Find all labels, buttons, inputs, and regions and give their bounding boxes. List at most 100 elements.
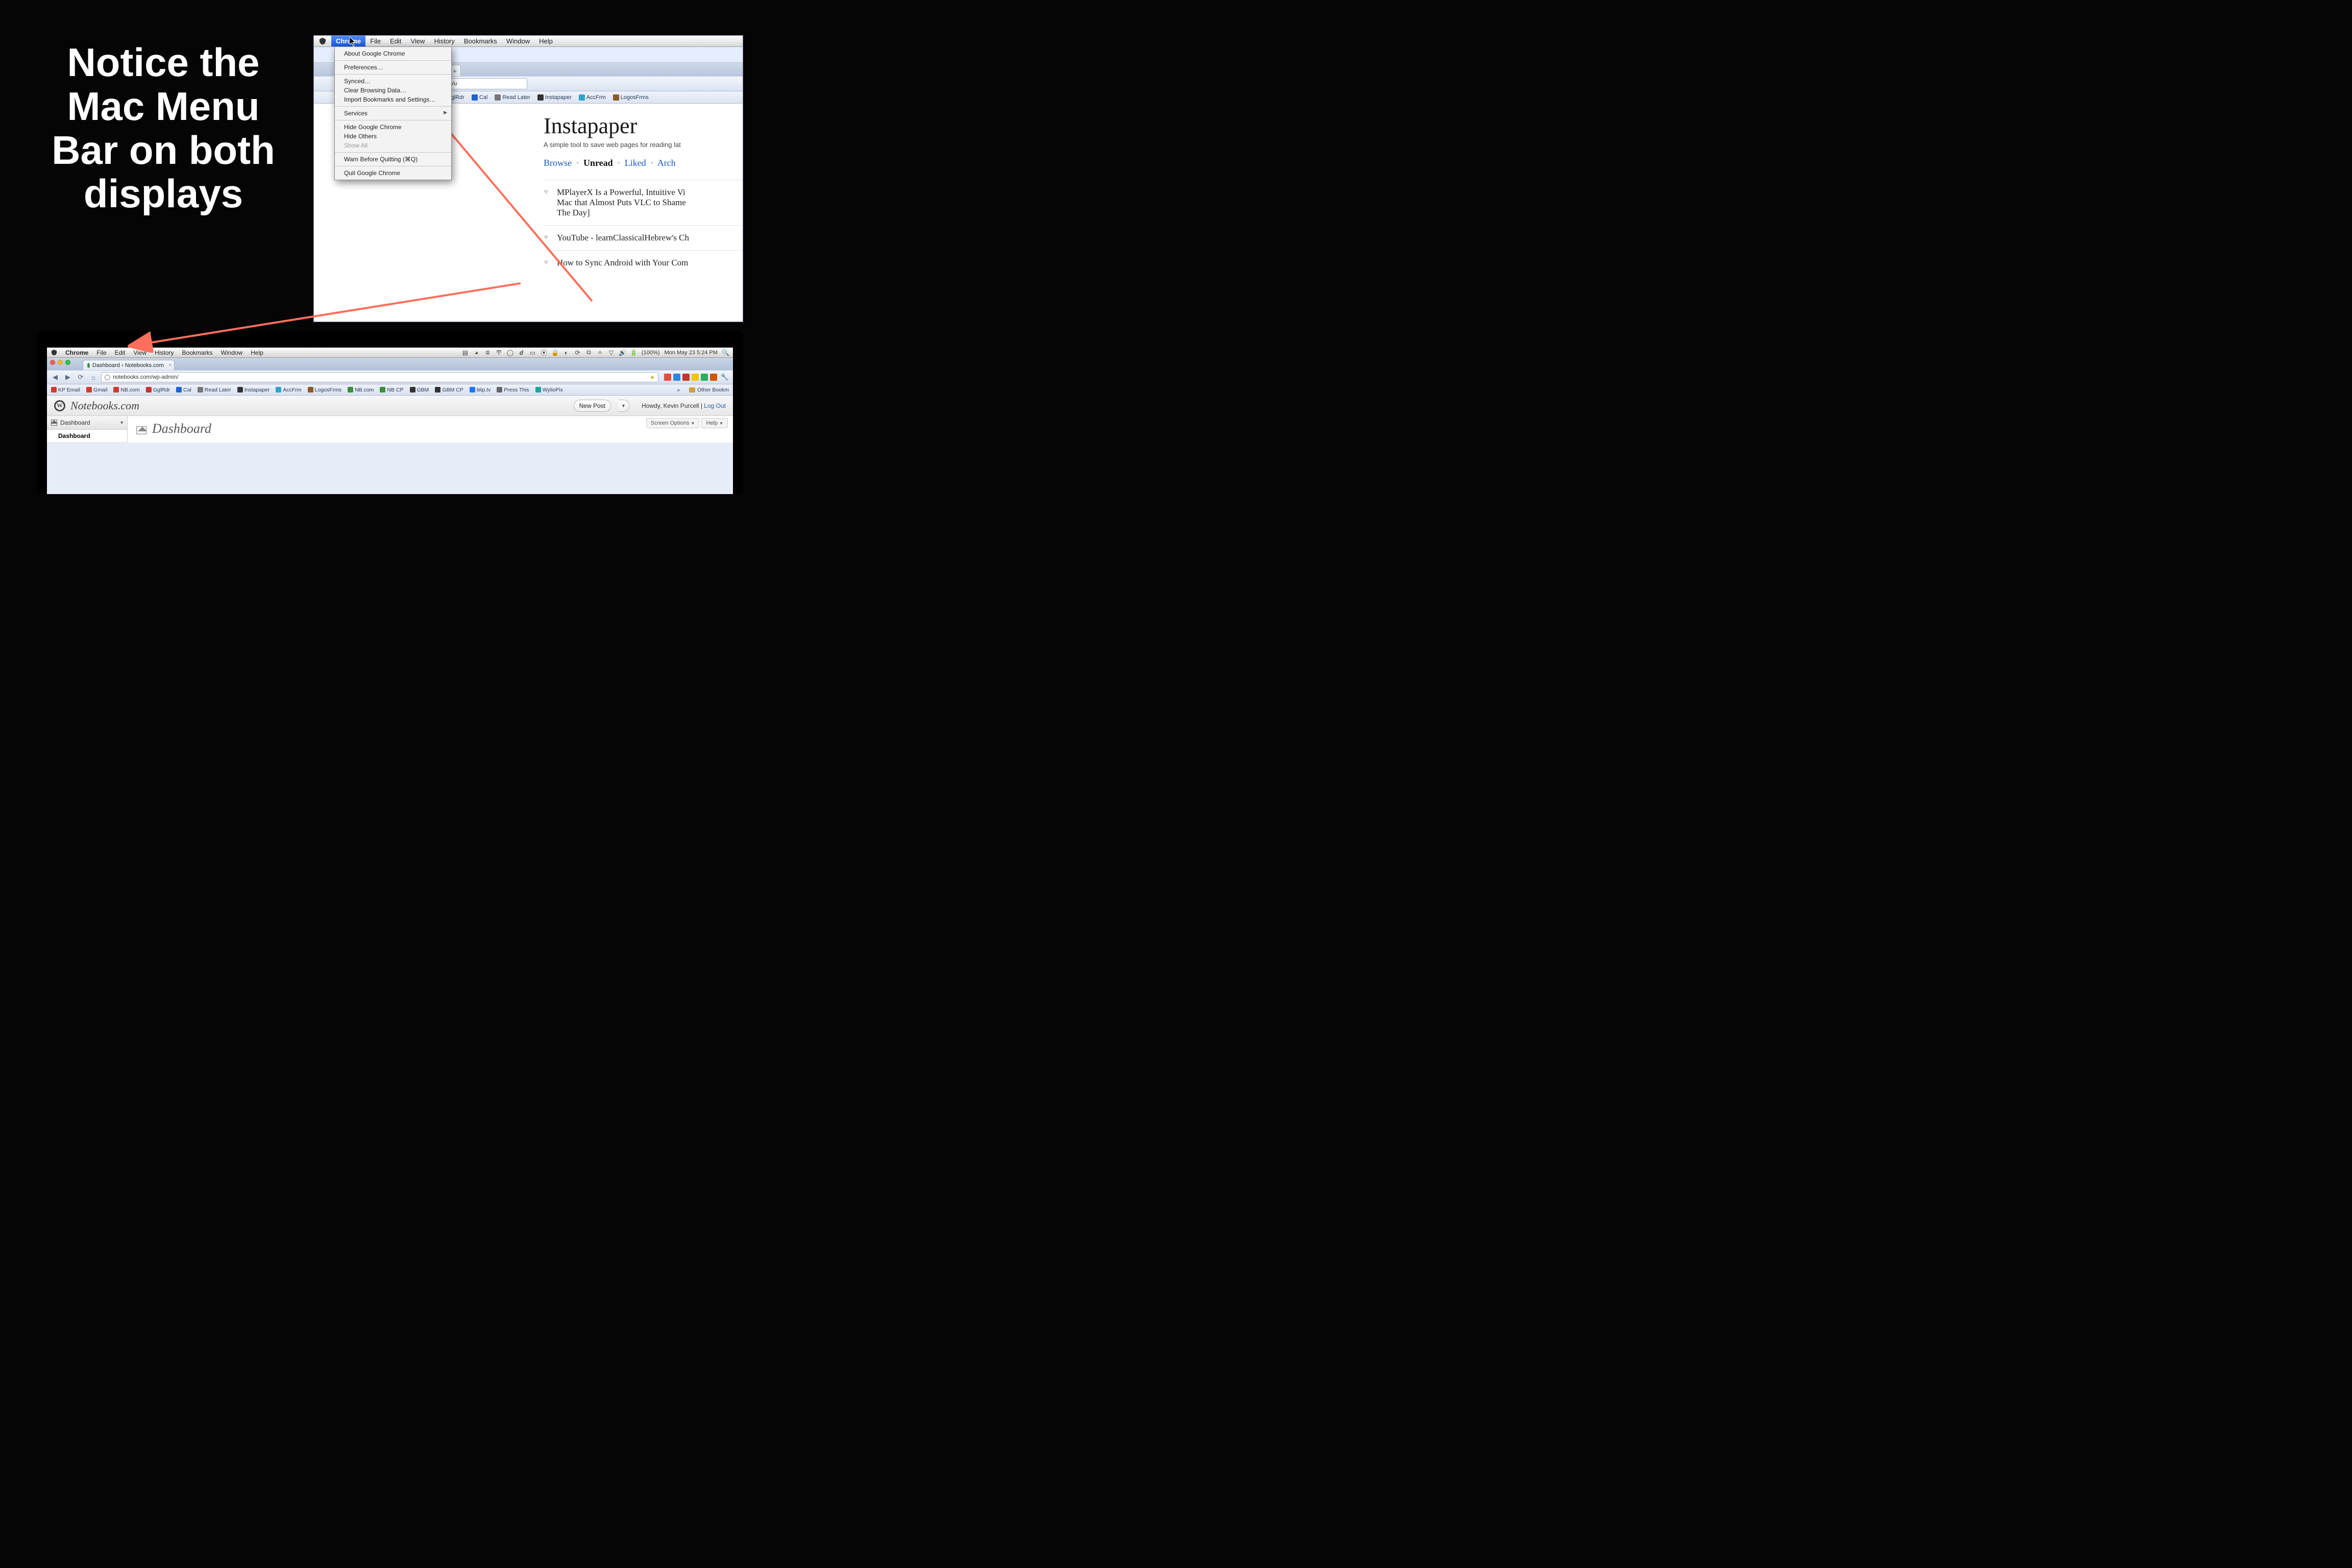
bookmark-item[interactable]: Read Later: [495, 94, 530, 101]
menu-extra-icon[interactable]: ⧉: [585, 349, 592, 356]
forward-button[interactable]: ▶: [63, 373, 73, 382]
bookmark-item[interactable]: Press This: [497, 387, 529, 393]
apple-menu-icon[interactable]: [51, 350, 57, 356]
bookmark-item[interactable]: Cal: [176, 387, 191, 393]
menu-file[interactable]: File: [365, 36, 385, 46]
dropbox-icon[interactable]: ⧈: [484, 349, 491, 356]
lock-icon[interactable]: 🔒: [552, 349, 558, 356]
article-item[interactable]: MPlayerX Is a Powerful, Intuitive Vi Mac…: [544, 180, 743, 225]
menu-edit[interactable]: Edit: [111, 349, 130, 356]
collapse-icon[interactable]: ▼: [119, 420, 124, 425]
other-bookmarks-folder[interactable]: Other Bookm: [689, 387, 729, 393]
menu-view[interactable]: View: [406, 36, 429, 46]
spotlight-icon[interactable]: 🔍: [722, 349, 729, 356]
bookmark-item[interactable]: GBM CP: [435, 387, 463, 393]
bookmark-item[interactable]: WylioPix: [535, 387, 563, 393]
bookmark-item[interactable]: Gmail: [86, 387, 107, 393]
sidebar-subitem-dashboard[interactable]: Dashboard: [47, 430, 127, 443]
menu-extra-icon[interactable]: ◯: [507, 349, 513, 356]
extension-icon[interactable]: [701, 374, 708, 381]
airport-icon[interactable]: ▽: [608, 349, 615, 356]
bookmark-item[interactable]: NB.com: [113, 387, 139, 393]
menu-extra-icon[interactable]: ◐: [563, 349, 570, 356]
app-menu[interactable]: Chrome: [331, 36, 365, 46]
article-item[interactable]: How to Sync Android with Your Com: [544, 250, 743, 275]
bookmark-item[interactable]: Instapaper: [537, 94, 572, 101]
bookmark-item[interactable]: blip.tv: [470, 387, 491, 393]
menu-view[interactable]: View: [129, 349, 151, 356]
extension-icon[interactable]: [664, 374, 671, 381]
bookmark-item[interactable]: KP Email: [51, 387, 80, 393]
home-button[interactable]: ⌂: [88, 373, 99, 382]
menu-about-chrome[interactable]: About Google Chrome: [335, 49, 451, 58]
tab-close-icon[interactable]: ×: [168, 362, 172, 368]
help-tab[interactable]: Help ▼: [701, 418, 728, 428]
wifi-icon[interactable]: ⦿: [541, 349, 547, 356]
menu-quit[interactable]: Quit Google Chrome: [335, 168, 451, 178]
menu-history[interactable]: History: [429, 36, 459, 46]
bookmark-item[interactable]: NB CP: [380, 387, 403, 393]
app-menu[interactable]: Chrome: [61, 349, 92, 356]
extension-icon[interactable]: [710, 374, 717, 381]
new-post-button[interactable]: New Post: [574, 400, 611, 412]
bookmark-star-icon[interactable]: ★: [650, 374, 655, 381]
bookmark-item[interactable]: AccFrm: [579, 94, 606, 101]
extension-icon[interactable]: [692, 374, 699, 381]
menu-edit[interactable]: Edit: [385, 36, 406, 46]
sync-icon[interactable]: ⟳: [574, 349, 581, 356]
menu-help[interactable]: Help: [534, 36, 557, 46]
menu-extra-icon[interactable]: ▭: [529, 349, 536, 356]
bookmark-item[interactable]: LogosFrms: [613, 94, 649, 101]
menu-bookmarks[interactable]: Bookmarks: [178, 349, 217, 356]
menu-extra-icon[interactable]: Ͳ: [496, 349, 502, 356]
window-zoom-button[interactable]: [65, 360, 70, 365]
logout-link[interactable]: Log Out: [704, 402, 726, 409]
menu-clear-data[interactable]: Clear Browsing Data…: [335, 86, 451, 95]
bookmark-item[interactable]: Instapaper: [237, 387, 270, 393]
bookmark-item[interactable]: AccFrm: [276, 387, 301, 393]
reload-button[interactable]: ⟳: [76, 373, 86, 382]
bookmark-item[interactable]: GBM: [410, 387, 429, 393]
bookmark-item[interactable]: GglRdr: [146, 387, 170, 393]
menu-history[interactable]: History: [151, 349, 178, 356]
bookmark-item[interactable]: LogosFrms: [308, 387, 342, 393]
battery-icon[interactable]: 🔋: [630, 349, 637, 356]
menu-file[interactable]: File: [92, 349, 110, 356]
sidebar-item-dashboard[interactable]: Dashboard ▼: [47, 416, 127, 430]
menu-bookmarks[interactable]: Bookmarks: [459, 36, 502, 46]
menu-window[interactable]: Window: [217, 349, 247, 356]
menu-help[interactable]: Help: [247, 349, 267, 356]
wrench-menu-icon[interactable]: 🔧: [720, 373, 730, 382]
bookmark-item[interactable]: Cal: [472, 94, 488, 101]
nav-liked[interactable]: Liked: [625, 158, 646, 168]
menu-extra-icon[interactable]: ◕: [473, 349, 480, 356]
menu-warn-quit[interactable]: Warn Before Quitting (⌘Q): [335, 155, 451, 164]
extension-icon[interactable]: [673, 374, 680, 381]
new-post-dropdown[interactable]: ▼: [618, 400, 629, 412]
volume-icon[interactable]: 🔊: [619, 349, 626, 356]
menu-services[interactable]: Services: [335, 109, 451, 118]
extension-icon[interactable]: [682, 374, 690, 381]
nav-archive[interactable]: Arch: [657, 158, 676, 168]
wordpress-logo-icon[interactable]: [54, 400, 65, 411]
menu-extra-icon[interactable]: ✧: [597, 349, 603, 356]
menu-window[interactable]: Window: [502, 36, 534, 46]
menu-preferences[interactable]: Preferences…: [335, 63, 451, 72]
bookmark-item[interactable]: Read Later: [198, 387, 231, 393]
back-button[interactable]: ◀: [50, 373, 60, 382]
screen-options-tab[interactable]: Screen Options ▼: [646, 418, 700, 428]
menu-extra-icon[interactable]: d: [518, 349, 525, 356]
clock[interactable]: Mon May 23 5:24 PM: [664, 350, 718, 356]
menu-extra-icon[interactable]: ▤: [462, 349, 469, 356]
menu-hide-chrome[interactable]: Hide Google Chrome: [335, 122, 451, 132]
address-bar[interactable]: notebooks.com/wp-admin/ ★: [101, 372, 658, 382]
bookmarks-overflow-icon[interactable]: »: [677, 387, 680, 393]
window-minimize-button[interactable]: [58, 360, 63, 365]
menu-hide-others[interactable]: Hide Others: [335, 132, 451, 141]
nav-browse[interactable]: Browse: [544, 158, 572, 168]
article-item[interactable]: YouTube - learnClassicalHebrew's Ch: [544, 225, 743, 250]
bookmark-item[interactable]: NB.com: [348, 387, 374, 393]
browser-tab[interactable]: Dashboard ‹ Notebooks.com ×: [83, 360, 175, 370]
site-title[interactable]: Notebooks.com: [70, 399, 139, 412]
menu-import[interactable]: Import Bookmarks and Settings…: [335, 95, 451, 104]
